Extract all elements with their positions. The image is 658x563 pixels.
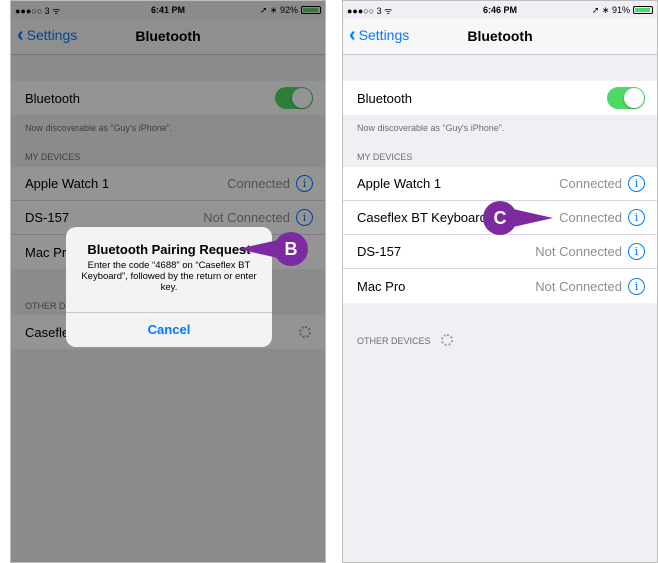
device-row-mac-pro[interactable]: Mac Pro Not Connected i bbox=[343, 269, 657, 303]
discoverable-note: Now discoverable as “Guy's iPhone”. bbox=[357, 123, 505, 133]
battery-status: ➚ ∗ 91% bbox=[592, 5, 653, 16]
device-name: Mac Pro bbox=[357, 278, 406, 294]
left-phone-screen: ●●●○○ 3 ᯤ 6:41 PM ➚ ∗ 92% ‹ Settings Blu… bbox=[10, 0, 326, 563]
callout-arrow-icon bbox=[513, 209, 553, 227]
other-devices-header: OTHER DEVICES bbox=[357, 336, 431, 346]
callout-label: B bbox=[274, 232, 308, 266]
alert-message: Enter the code “4688” on “Caseflex BT Ke… bbox=[81, 260, 257, 293]
callout-arrow-icon bbox=[238, 240, 278, 258]
status-bar: ●●●○○ 3 ᯤ 6:46 PM ➚ ∗ 91% bbox=[343, 1, 657, 19]
info-icon[interactable]: i bbox=[628, 209, 645, 226]
bluetooth-label: Bluetooth bbox=[357, 90, 412, 106]
my-devices-header: MY DEVICES bbox=[357, 152, 413, 162]
device-status: Not Connected bbox=[535, 244, 622, 259]
device-row-apple-watch[interactable]: Apple Watch 1 Connected i bbox=[343, 167, 657, 201]
battery-fill bbox=[635, 8, 650, 12]
info-icon[interactable]: i bbox=[628, 277, 645, 295]
bluetooth-toggle[interactable] bbox=[607, 87, 645, 109]
page-title: Bluetooth bbox=[467, 28, 533, 44]
battery-icon bbox=[633, 6, 653, 14]
device-status: Connected bbox=[559, 176, 622, 191]
cancel-button[interactable]: Cancel bbox=[66, 312, 272, 347]
device-status: Connected bbox=[559, 210, 622, 225]
info-icon[interactable]: i bbox=[628, 175, 645, 192]
nav-bar: ‹ Settings Bluetooth bbox=[343, 19, 657, 55]
device-row-ds157[interactable]: DS-157 Not Connected i bbox=[343, 235, 657, 269]
spinner-icon bbox=[441, 334, 453, 346]
bluetooth-toggle-row: Bluetooth bbox=[343, 81, 657, 115]
device-name: DS-157 bbox=[357, 244, 402, 259]
battery-percent: ➚ ∗ 91% bbox=[591, 4, 630, 15]
toggle-knob bbox=[624, 88, 644, 108]
device-status: Not Connected bbox=[535, 278, 622, 294]
device-name: Apple Watch 1 bbox=[357, 176, 442, 191]
callout-label: C bbox=[483, 201, 517, 235]
right-phone-screen: ●●●○○ 3 ᯤ 6:46 PM ➚ ∗ 91% ‹ Settings Blu… bbox=[342, 0, 658, 563]
info-icon[interactable]: i bbox=[628, 243, 645, 260]
